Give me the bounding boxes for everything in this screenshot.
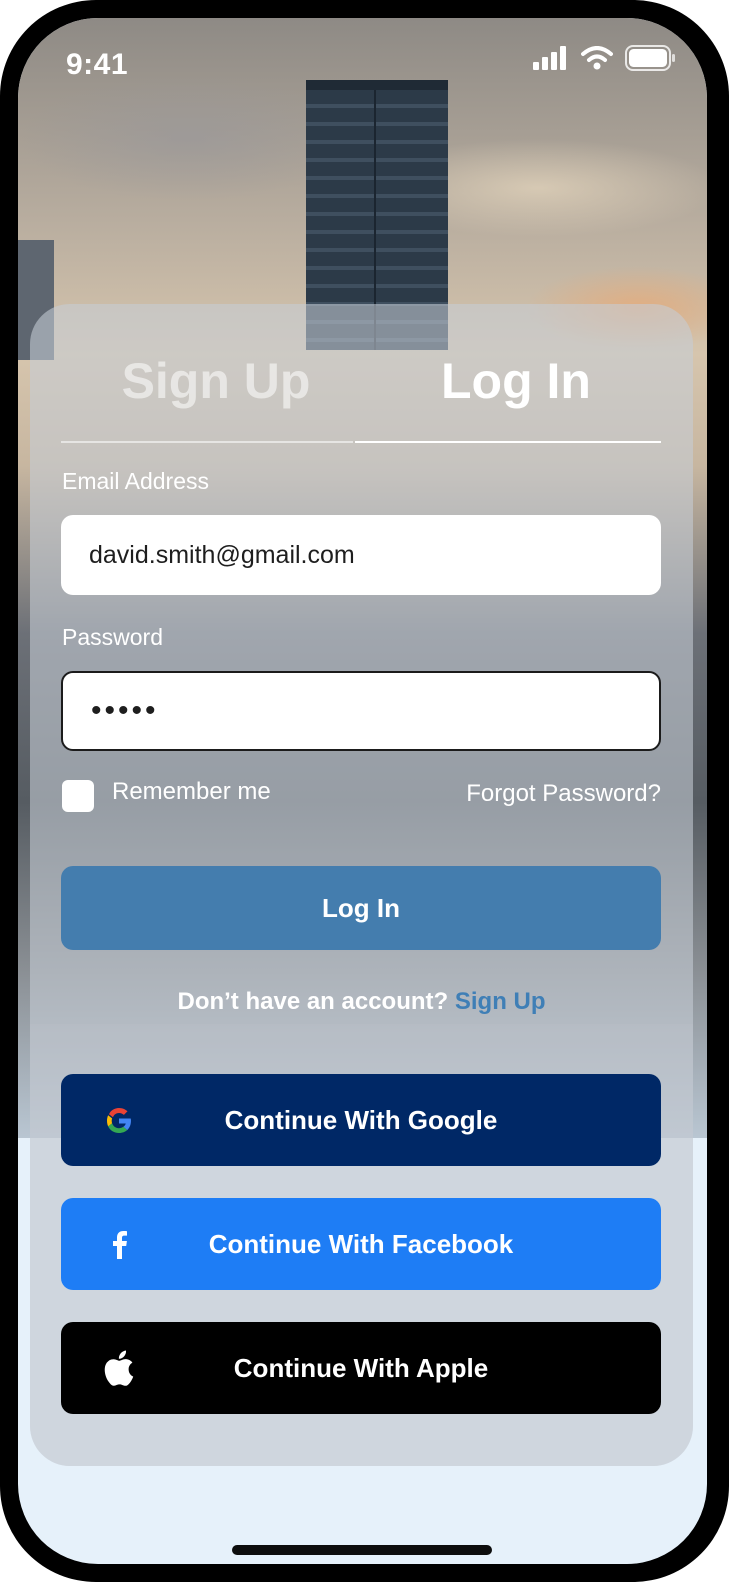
email-value: david.smith@gmail.com — [89, 540, 355, 569]
tab-underline-inactive — [61, 441, 353, 443]
log-in-button-label: Log In — [322, 892, 400, 923]
remember-me-label[interactable]: Remember me — [112, 778, 271, 806]
signup-prompt: Don’t have an account? Sign Up — [30, 988, 693, 1016]
wifi-icon — [581, 46, 613, 70]
continue-with-apple-label: Continue With Apple — [233, 1352, 489, 1383]
google-icon — [99, 1100, 139, 1140]
phone-frame: 9:41 Sign Up Log In Email Address david.… — [0, 0, 729, 1582]
facebook-icon — [99, 1224, 139, 1264]
tab-sign-up[interactable]: Sign Up — [66, 352, 366, 410]
password-field[interactable]: ••••• — [61, 671, 661, 751]
password-label: Password — [62, 624, 163, 650]
home-indicator — [232, 1545, 492, 1555]
tab-underline-active — [355, 441, 661, 443]
cellular-signal-icon — [533, 46, 566, 70]
tab-log-in[interactable]: Log In — [366, 352, 666, 410]
remember-me-checkbox[interactable] — [62, 780, 94, 812]
continue-with-apple-button[interactable]: Continue With Apple — [61, 1322, 661, 1414]
signup-prompt-text: Don’t have an account? — [177, 988, 449, 1015]
continue-with-facebook-label: Continue With Facebook — [208, 1228, 514, 1259]
email-label: Email Address — [62, 468, 210, 494]
signup-link[interactable]: Sign Up — [455, 988, 546, 1015]
status-time: 9:41 — [66, 48, 129, 81]
continue-with-google-label: Continue With Google — [224, 1104, 498, 1135]
log-in-button[interactable]: Log In — [61, 866, 661, 950]
battery-icon — [625, 45, 675, 71]
email-field[interactable]: david.smith@gmail.com — [61, 515, 661, 595]
continue-with-google-button[interactable]: Continue With Google — [61, 1074, 661, 1166]
login-card: Sign Up Log In Email Address david.smith… — [30, 304, 693, 1466]
continue-with-facebook-button[interactable]: Continue With Facebook — [61, 1198, 661, 1290]
forgot-password-link[interactable]: Forgot Password? — [466, 780, 661, 808]
apple-icon — [99, 1348, 139, 1388]
screen: 9:41 Sign Up Log In Email Address david.… — [18, 18, 707, 1564]
status-icons — [533, 40, 677, 76]
password-value: ••••• — [91, 694, 159, 727]
